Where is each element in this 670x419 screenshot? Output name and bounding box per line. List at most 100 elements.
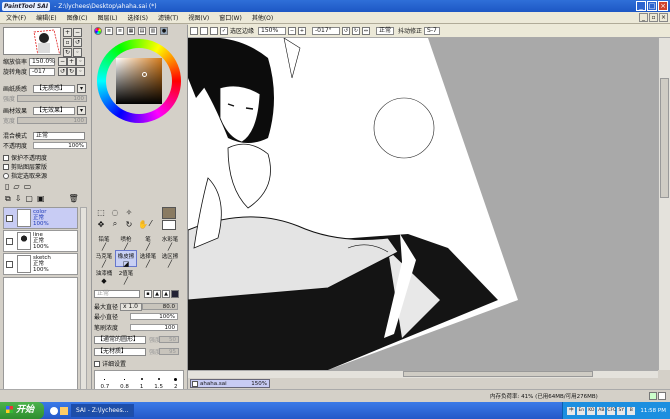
deselect-icon[interactable] [190,26,198,35]
rotate-icon[interactable]: ↻ [122,218,136,230]
blend-mode-select[interactable]: 正常 [33,131,85,140]
color-wheel-icon[interactable] [94,27,102,35]
taskbar-item-sai[interactable]: SAI - Z:\lychees... [71,404,134,417]
saturation-value-square[interactable] [116,58,162,104]
angle-field[interactable]: -017 [29,67,55,76]
stabilizer-select[interactable]: S-7 [424,26,441,35]
min-size-slider[interactable]: 100% [130,313,178,320]
zoom-icon[interactable]: ⌕ [108,218,122,230]
magic-wand-icon[interactable]: ✧ [122,206,136,218]
ime-sy-icon[interactable]: SY [617,406,626,415]
menu-other[interactable]: 其他(O) [246,13,277,22]
menu-edit[interactable]: 编辑(E) [30,13,60,22]
menu-file[interactable]: 文件(F) [0,13,30,22]
document-tab[interactable]: ahaha.sai 150% [190,379,270,388]
scratchpad-icon[interactable]: ▤ [138,27,146,35]
zoom-minus-icon[interactable]: − [58,57,67,66]
effect-dropdown-icon[interactable]: ▾ [77,106,86,115]
merge-layer-icon[interactable]: ⇩ [15,194,22,204]
zoom-field[interactable]: 150.0% [29,57,55,66]
navigator-thumbnail[interactable] [3,27,61,55]
browser-icon[interactable] [50,406,59,415]
color-picker-cursor[interactable] [142,72,147,77]
fill-layer-icon[interactable]: ▣ [37,194,45,204]
delete-layer-icon[interactable]: 🗑 [69,194,79,204]
tool-binary-pen[interactable]: 2值笔 ╱ [115,267,137,285]
zoom-plus-icon[interactable]: + [67,57,76,66]
hsv-slider-icon[interactable]: ≡ [116,27,124,35]
zoom-in-icon[interactable]: + [63,28,72,37]
paper-effect-select[interactable]: 【无效果】 [33,106,75,115]
hand-icon[interactable]: ✋ [136,218,150,230]
canvas-zoom-out-icon[interactable]: − [288,26,297,35]
shape-sharp-icon[interactable]: ▪ [144,290,152,298]
canvas-rotate-right-icon[interactable]: ↻ [352,26,361,35]
layer-visibility-icon[interactable] [6,214,13,222]
effect-width-slider[interactable]: 100 [17,117,87,124]
eyedropper-icon[interactable]: ⁄ [150,219,151,228]
ime-ko-icon[interactable]: KO [587,406,596,415]
swatch-icon[interactable]: ▦ [127,27,135,35]
canvas-mode-select[interactable]: 正常 [376,26,395,35]
maximize-button[interactable]: □ [647,1,657,11]
canvas-vscroll[interactable] [658,38,670,370]
shape-round-icon[interactable]: ▲ [153,290,161,298]
tool-eraser[interactable]: 橡皮擦 ◪ [115,250,137,268]
ime-b-icon[interactable]: B [627,406,636,415]
doc-restore-button[interactable]: ▫ [649,13,658,22]
shape-flat-icon[interactable]: ▲ [162,290,170,298]
rotate-left-icon[interactable]: ↺ [73,38,82,47]
lasso-icon[interactable]: ◌ [108,206,122,218]
invert-select-icon[interactable] [200,26,208,35]
detail-settings-checkbox[interactable] [94,360,100,367]
protect-opacity-checkbox[interactable] [3,154,9,161]
zoom-fit-icon[interactable]: ▫ [63,38,72,47]
texture-dropdown-icon[interactable]: ▾ [77,84,86,93]
color-settings-icon[interactable]: ● [160,27,168,35]
canvas-hscroll[interactable] [188,370,658,378]
layer-item-line[interactable]: line 正常 100% [3,230,78,252]
angle-reset-icon[interactable]: ◦ [76,67,85,76]
folder-icon[interactable] [60,406,69,415]
opacity-slider[interactable]: 100% [33,142,87,149]
canvas-viewport[interactable] [188,38,658,370]
menu-layer[interactable]: 图层(L) [92,13,122,22]
texture-strength-slider[interactable]: 100 [17,95,87,102]
layer-visibility-icon[interactable] [6,260,13,268]
clipping-mask-checkbox[interactable] [3,163,9,170]
start-button[interactable]: 开始 [0,402,45,419]
density-slider[interactable]: 100 [130,324,178,331]
tool-watercolor[interactable]: 水彩笔 ╱ [159,233,181,251]
shape-solid-icon[interactable] [171,290,179,298]
doc-minimize-button[interactable]: _ [639,13,648,22]
new-layer-icon[interactable]: ▯ [5,182,9,191]
copy-layer-icon[interactable]: ⧉ [5,194,11,204]
move-icon[interactable]: ✥ [94,218,108,230]
canvas-zoom-select[interactable]: 150% [258,26,287,35]
tool-airbrush[interactable]: 喷枪 ╱ [115,233,137,251]
vscroll-thumb[interactable] [660,78,669,198]
rotate-cw-icon[interactable]: ↻ [67,67,76,76]
rotate-right-icon[interactable]: ↻ [63,48,72,57]
layer-item-sketch[interactable]: sketch 正常 100% [3,253,78,275]
rotate-ccw-icon[interactable]: ↺ [58,67,67,76]
doc-close-button[interactable]: × [659,13,668,22]
new-folder-icon[interactable]: ▭ [24,182,32,191]
new-linework-icon[interactable]: ▱ [13,182,19,191]
size-multiplier-select[interactable]: x 1.0 [120,302,142,311]
menu-window[interactable]: 窗口(W) [213,13,246,22]
secondary-color-swatch[interactable] [162,220,176,230]
select-rect-icon[interactable]: ⬚ [94,206,108,218]
palette-icon[interactable]: ▥ [149,27,157,35]
layer-scrollbar[interactable] [80,207,87,392]
ime-en-icon[interactable]: En [577,406,586,415]
selection-source-radio[interactable] [3,172,9,179]
brush-shape-select[interactable]: 【通常的圆形】 [94,335,146,344]
zoom-out-icon[interactable]: − [73,28,82,37]
hide-select-icon[interactable] [210,26,218,35]
rotate-reset-icon[interactable]: ◦ [73,48,82,57]
menu-view[interactable]: 视图(V) [182,13,213,22]
brush-texture-select[interactable]: 【无材质】 [94,347,146,356]
ime-cfc-icon[interactable]: CFC [607,406,616,415]
canvas-rotate-left-icon[interactable]: ↺ [342,26,351,35]
